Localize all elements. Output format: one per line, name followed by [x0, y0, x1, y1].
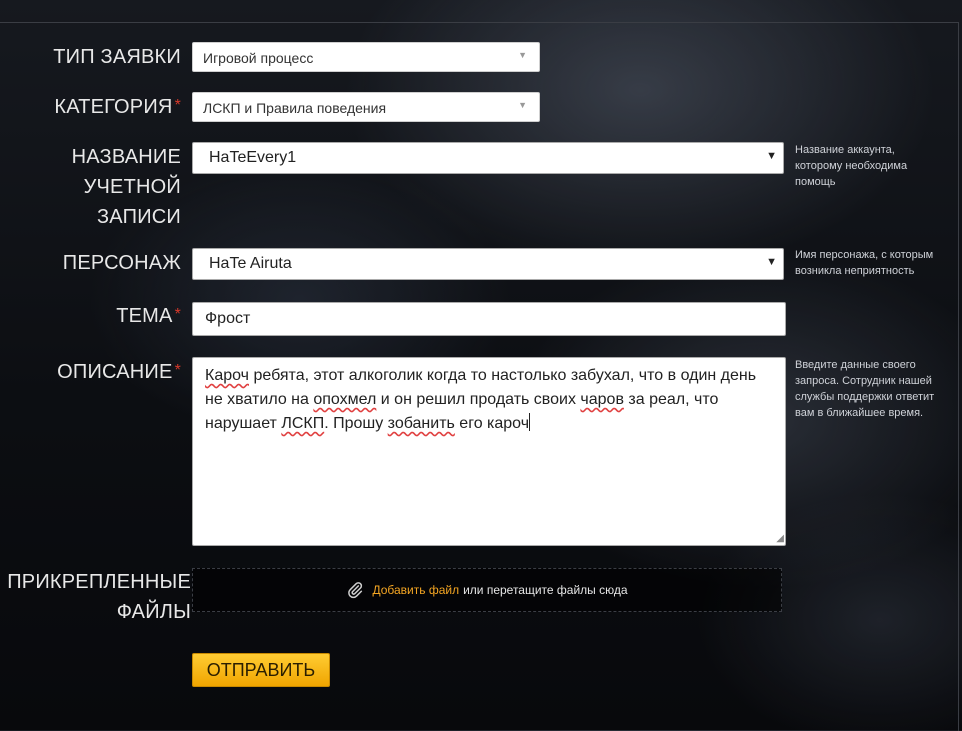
- chevron-down-icon: ▼: [518, 100, 527, 110]
- request-type-select[interactable]: Игровой процесс ▼: [192, 42, 540, 72]
- required-mark: *: [174, 97, 181, 114]
- character-hint: Имя персонажа, с которым возникла неприя…: [795, 249, 934, 277]
- request-type-label: ТИП ЗАЯВКИ: [53, 46, 181, 68]
- category-select[interactable]: ЛСКП и Правила поведения ▼: [192, 92, 540, 122]
- text-cursor: [529, 413, 531, 431]
- description-text: и он решил продать своих: [376, 391, 581, 408]
- spell-error: чаров: [580, 391, 624, 408]
- chevron-down-icon: ▼: [766, 256, 777, 268]
- chevron-down-icon: ▼: [518, 50, 527, 60]
- account-select[interactable]: HaTeEvery1 ▼: [192, 142, 784, 174]
- character-select[interactable]: HaTe Airuta ▼: [192, 248, 784, 280]
- description-label: ОПИСАНИЕ *: [57, 361, 181, 383]
- request-type-value: Игровой процесс: [203, 50, 314, 66]
- category-label: КАТЕГОРИЯ *: [54, 96, 181, 118]
- required-mark: *: [174, 362, 181, 379]
- description-text: его кароч: [454, 415, 530, 432]
- category-value: ЛСКП и Правила поведения: [203, 100, 387, 116]
- account-value: HaTeEvery1: [209, 149, 297, 166]
- drop-text: или перетащите файлы сюда: [463, 583, 628, 597]
- submit-button[interactable]: ОТПРАВИТЬ: [192, 653, 330, 687]
- description-textarea[interactable]: Кароч ребята, этот алкоголик когда то на…: [192, 357, 786, 546]
- paperclip-icon: [346, 581, 364, 599]
- description-hint: Введите данные своего запроса. Сотрудник…: [795, 359, 935, 419]
- resize-handle-icon[interactable]: ◢: [776, 534, 784, 544]
- spell-error: опохмел: [313, 391, 377, 408]
- spell-error: ЛСКП: [281, 415, 325, 432]
- description-text: . Прошу: [324, 415, 388, 432]
- character-label: ПЕРСОНАЖ: [62, 252, 181, 274]
- spell-error: Кароч: [205, 367, 249, 384]
- subject-value: Фрост: [205, 310, 251, 327]
- account-hint: Название аккаунта, которому необходима п…: [795, 144, 908, 188]
- add-file-link[interactable]: Добавить файл: [372, 583, 459, 597]
- chevron-down-icon: ▼: [766, 150, 777, 162]
- subject-input[interactable]: Фрост: [192, 302, 786, 336]
- spell-error: зобанить: [387, 415, 455, 432]
- account-label: НАЗВАНИЕ УЧЕТНОЙ ЗАПИСИ: [71, 146, 181, 228]
- attachments-label: ПРИКРЕПЛЕННЫЕ ФАЙЛЫ: [7, 571, 191, 623]
- character-value: HaTe Airuta: [209, 255, 292, 272]
- subject-label: ТЕМА *: [116, 305, 181, 327]
- required-mark: *: [174, 306, 181, 323]
- file-dropzone[interactable]: Добавить файл или перетащите файлы сюда: [192, 568, 782, 612]
